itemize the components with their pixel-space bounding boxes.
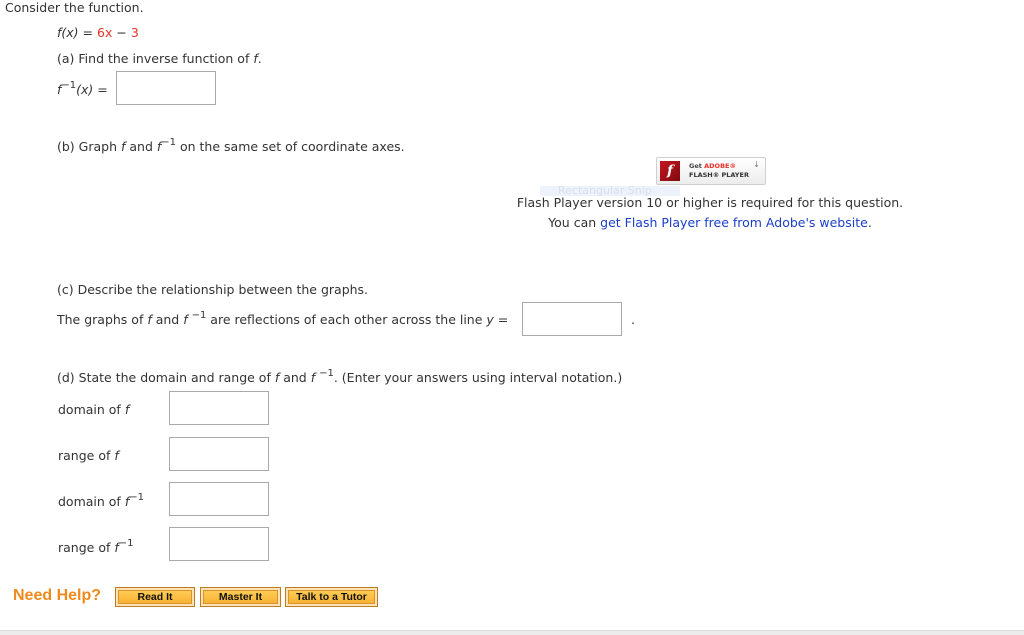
flash-logo-icon: f — [660, 161, 680, 181]
range-finv-text: range of — [58, 540, 115, 555]
flash-badge-get: Get — [689, 162, 705, 170]
domain-finv-input[interactable] — [169, 482, 269, 516]
flash-required-message: Flash Player version 10 or higher is req… — [516, 195, 904, 210]
domain-f-label: domain of f — [58, 402, 129, 417]
flash-badge-adobe: ADOBE® — [704, 162, 736, 170]
read-it-button[interactable]: Read It — [115, 587, 195, 607]
flash-msg-prefix: You can — [548, 215, 601, 230]
range-finv-label: range of f−1 — [58, 538, 134, 556]
download-icon: ↓ — [753, 160, 760, 169]
domain-f-var: f — [124, 402, 130, 417]
flash-download-message: You can get Flash Player free from Adobe… — [500, 215, 920, 230]
domain-f-text: domain of — [58, 402, 125, 417]
master-it-label: Master It — [203, 590, 278, 604]
part-c-period: . — [631, 312, 635, 327]
function-definition: f(x) = 6x − 3 — [57, 25, 139, 40]
domain-finv-text: domain of — [58, 494, 125, 509]
part-a-prompt-text: (a) Find the inverse function of — [57, 51, 254, 66]
talk-to-tutor-label: Talk to a Tutor — [288, 590, 375, 604]
range-f-text: range of — [58, 448, 115, 463]
range-finv-input[interactable] — [169, 527, 269, 561]
inverse-label: f−1(x) = — [57, 80, 108, 98]
master-it-button[interactable]: Master It — [200, 587, 281, 607]
part-d-superscript: −1 — [319, 368, 334, 379]
part-b-prompt: (b) Graph f and f−1 on the same set of c… — [57, 137, 405, 155]
part-c-y: y — [486, 312, 494, 327]
flash-msg-period: . — [867, 215, 872, 230]
function-term-6x: 6x — [97, 25, 113, 40]
inverse-equals: = — [97, 82, 108, 97]
part-c-prompt: (c) Describe the relationship between th… — [57, 282, 369, 297]
domain-finv-label: domain of f−1 — [58, 492, 144, 510]
part-c-finv: f — [183, 312, 192, 327]
part-c-sentence: The graphs of f and f −1 are reflections… — [57, 310, 509, 328]
flash-badge-line1: Get ADOBE® — [689, 162, 736, 170]
range-f-var: f — [114, 448, 119, 463]
domain-f-input[interactable] — [169, 391, 269, 425]
reflection-line-input[interactable] — [522, 302, 622, 336]
get-flash-player-badge[interactable]: f Get ADOBE® FLASH® PLAYER ↓ — [656, 157, 766, 185]
get-flash-player-link[interactable]: get Flash Player free from Adobe's websi… — [600, 215, 868, 230]
part-b-superscript: −1 — [161, 137, 177, 148]
part-a-period: . — [257, 51, 262, 66]
flash-badge-line2: FLASH® PLAYER — [689, 171, 749, 179]
part-d-finv: f — [310, 370, 320, 385]
part-c-prefix: The graphs of — [57, 312, 148, 327]
part-b-suffix: on the same set of coordinate axes. — [176, 139, 405, 154]
intro-text: Consider the function. — [5, 0, 144, 15]
function-lhs: f(x) — [57, 25, 79, 40]
part-c-superscript: −1 — [191, 310, 207, 321]
part-d-and: and — [279, 370, 311, 385]
read-it-label: Read It — [118, 590, 192, 604]
part-b-and: and — [125, 139, 157, 154]
inverse-function-input[interactable] — [116, 71, 216, 105]
talk-to-tutor-button[interactable]: Talk to a Tutor — [285, 587, 378, 607]
part-c-mid: are reflections of each other across the… — [206, 312, 487, 327]
part-d-prompt: (d) State the domain and range of f and … — [57, 368, 623, 386]
bottom-divider — [0, 630, 1024, 635]
inverse-superscript: −1 — [61, 80, 77, 91]
need-help-label: Need Help? — [13, 587, 102, 604]
domain-finv-superscript: −1 — [129, 492, 144, 503]
part-d-prefix: (d) State the domain and range of — [57, 370, 275, 385]
part-d-suffix: . (Enter your answers using interval not… — [333, 370, 623, 385]
range-f-label: range of f — [58, 448, 119, 463]
minus-sign: − — [116, 25, 127, 40]
part-c-equals: = — [493, 312, 509, 327]
range-finv-superscript: −1 — [118, 538, 134, 549]
range-f-input[interactable] — [169, 437, 269, 471]
equals-sign: = — [82, 25, 94, 40]
part-c-and: and — [151, 312, 184, 327]
part-a-prompt: (a) Find the inverse function of f. — [57, 51, 262, 66]
part-b-text: (b) Graph — [57, 139, 121, 154]
function-term-constant: 3 — [130, 25, 139, 40]
inverse-arg: (x) — [76, 82, 94, 97]
